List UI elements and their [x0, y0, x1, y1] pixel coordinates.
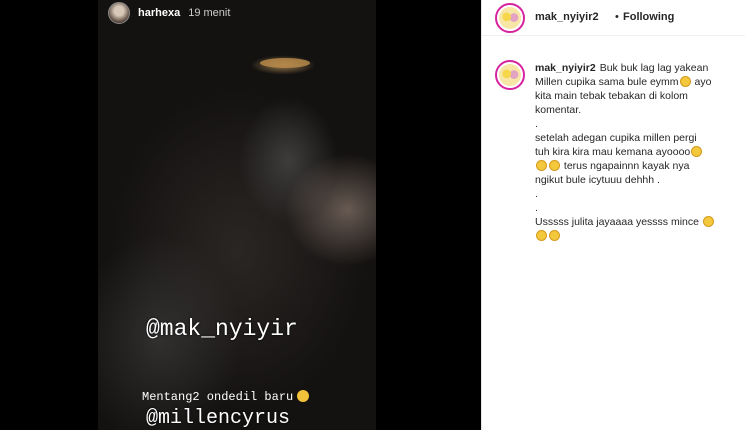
header-separator: •: [615, 11, 619, 23]
comment-avatar[interactable]: [495, 60, 525, 90]
comment-line: kita main tebak tebakan di kolom: [535, 90, 688, 102]
comment-line: .: [535, 118, 538, 130]
comment-line: .: [535, 188, 538, 200]
laughing-emoji-icon: [549, 230, 560, 241]
comment-text: Buk buk lag lag yakean: [599, 62, 709, 74]
comment-username[interactable]: mak_nyiyir2: [535, 62, 596, 74]
comment-line: terus ngapainnn kayak nya: [535, 159, 740, 173]
grinning-squint-emoji-icon: [536, 160, 547, 171]
comment-text: terus ngapainnn kayak nya: [563, 160, 690, 172]
comment-line: mak_nyiyir2 Buk buk lag lag yakean: [535, 61, 740, 75]
comment-line: tuh kira kira mau kemana ayoooo: [535, 145, 740, 159]
story-tag-handle: @mak_nyiyir: [146, 316, 298, 342]
story-video-frame[interactable]: [98, 0, 376, 430]
avatar-cartoon-icon: [499, 64, 521, 86]
comment-line: Millen cupika sama bule eymm ayo: [535, 75, 740, 89]
background-lamp: [260, 58, 310, 68]
grinning-squint-emoji-icon: [679, 76, 691, 87]
comment-line: Usssss julita jayaaaa yessss mince: [535, 215, 740, 229]
profile-avatar[interactable]: [495, 3, 525, 33]
post-sidebar: mak_nyiyir2 • Following mak_nyiyir2 Buk b…: [481, 0, 745, 430]
comment-text: Millen cupika sama bule eymm: [535, 76, 679, 88]
comment-line: .: [535, 202, 538, 214]
following-button[interactable]: Following: [623, 11, 674, 23]
grinning-squint-emoji-icon: [549, 160, 560, 171]
laughing-emoji-icon: [702, 216, 714, 227]
comment-body: mak_nyiyir2 Buk buk lag lag yakean Millen…: [535, 61, 740, 243]
story-username[interactable]: harhexa: [138, 7, 180, 19]
comment-text: tuh kira kira mau kemana ayoooo: [535, 146, 691, 158]
story-caption: Mentang2 ondedil baru: [142, 390, 310, 404]
post-media: harhexa 19 menit @mak_nyiyir Mentang2 on…: [0, 0, 481, 430]
header-username[interactable]: mak_nyiyir2: [535, 11, 599, 23]
comment-text: ayo: [694, 76, 712, 88]
comment-line: setelah adegan cupika millen pergi: [535, 132, 697, 144]
post-header: mak_nyiyir2 • Following: [482, 0, 745, 36]
laughing-emoji-icon: [536, 230, 547, 241]
story-header: harhexa 19 menit: [108, 2, 230, 24]
story-avatar[interactable]: [108, 2, 130, 24]
story-timestamp: 19 menit: [188, 7, 231, 19]
comment-line: [535, 229, 740, 243]
story-mention: @millencyrus: [146, 407, 291, 430]
comment-line: komentar.: [535, 104, 582, 116]
avatar-cartoon-icon: [499, 7, 521, 29]
emoji-icon: [297, 390, 310, 402]
comment-text: Usssss julita jayaaaa yessss mince: [535, 216, 699, 228]
story-caption-text: Mentang2 ondedil baru: [142, 390, 294, 404]
comment-line: ngikut bule icytuuu dehhh .: [535, 174, 660, 186]
grinning-squint-emoji-icon: [691, 146, 703, 157]
